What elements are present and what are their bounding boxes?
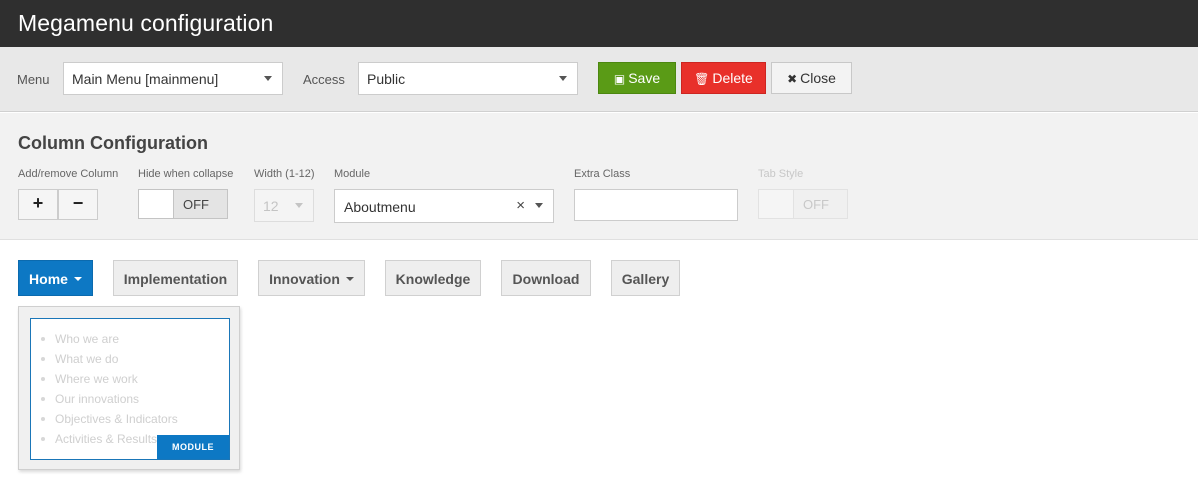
bullet-icon (41, 396, 45, 401)
list-item-label: What we do (55, 352, 119, 366)
list-item-label: Objectives & Indicators (55, 412, 178, 426)
nav-item-label: Innovation (269, 271, 340, 287)
nav-item-knowledge[interactable]: Knowledge (385, 260, 481, 296)
title-bar: Megamenu configuration (0, 0, 1198, 47)
list-item-label: Our innovations (55, 392, 140, 406)
nav-item-label: Home (29, 271, 68, 287)
extra-class-input[interactable] (574, 189, 738, 221)
access-select-value: Public (367, 71, 406, 87)
save-button[interactable]: ▣ Save (598, 62, 676, 94)
access-label: Access (303, 72, 345, 87)
page-title: Megamenu configuration (18, 10, 274, 36)
module-select-value: Aboutmenu (344, 199, 416, 215)
width-select: 12 (254, 189, 314, 222)
access-select[interactable]: Public (358, 62, 578, 95)
module-column[interactable]: Who we are What we do Where we work Our … (30, 318, 230, 460)
nav-item-gallery[interactable]: Gallery (611, 260, 680, 296)
nav-item-implementation[interactable]: Implementation (113, 260, 238, 296)
remove-column-button[interactable]: − (58, 189, 98, 220)
caret-down-icon (345, 277, 354, 282)
list-item-label: Who we are (55, 332, 120, 346)
toggle-knob (139, 190, 174, 218)
close-icon: ✖ (787, 72, 798, 86)
list-item: What we do (41, 351, 178, 371)
bullet-icon (41, 356, 45, 361)
list-item: Objectives & Indicators (41, 411, 178, 431)
list-item-label: Activities & Results (55, 432, 158, 446)
toggle-knob (759, 190, 794, 218)
add-remove-column-label: Add/remove Column (18, 168, 119, 180)
column-configuration-panel: Column Configuration Add/remove Column +… (0, 113, 1198, 240)
bullet-icon (41, 416, 45, 421)
hide-collapse-toggle[interactable]: OFF (138, 189, 228, 219)
chevron-down-icon (295, 203, 303, 208)
delete-button-label: Delete (712, 70, 753, 86)
extra-class-label: Extra Class (574, 168, 631, 180)
save-icon: ▣ (613, 72, 626, 86)
tab-style-label: Tab Style (758, 168, 804, 180)
menu-label: Menu (17, 72, 50, 87)
trash-icon: 🗑 (694, 72, 710, 86)
nav-item-label: Gallery (621, 271, 670, 287)
delete-button[interactable]: 🗑 Delete (681, 62, 766, 94)
toolbar: Menu Main Menu [mainmenu] Access Public … (0, 47, 1198, 112)
add-column-button[interactable]: + (18, 189, 58, 220)
menu-select-value: Main Menu [mainmenu] (72, 71, 219, 87)
bullet-icon (41, 436, 45, 441)
nav-item-download[interactable]: Download (501, 260, 591, 296)
nav-item-innovation[interactable]: Innovation (258, 260, 365, 296)
nav-item-label: Implementation (123, 271, 228, 287)
chevron-down-icon (264, 76, 272, 81)
close-button-label: Close (800, 70, 836, 86)
module-tag: MODULE (157, 435, 229, 459)
chevron-down-icon (535, 203, 543, 208)
save-button-label: Save (628, 70, 661, 86)
clear-icon[interactable]: × (516, 197, 525, 214)
column-config-title: Column Configuration (18, 133, 208, 153)
module-list: Who we are What we do Where we work Our … (41, 331, 178, 451)
megamenu-dropdown: Who we are What we do Where we work Our … (18, 306, 240, 470)
nav-item-label: Knowledge (395, 271, 471, 287)
nav-item-home[interactable]: Home (18, 260, 93, 296)
caret-down-icon (73, 277, 82, 282)
list-item-label: Where we work (55, 372, 138, 386)
list-item: Who we are (41, 331, 178, 351)
tab-style-state: OFF (803, 197, 829, 212)
tab-style-toggle: OFF (758, 189, 848, 219)
close-button[interactable]: ✖ Close (771, 62, 852, 94)
module-select[interactable]: Aboutmenu × (334, 189, 554, 223)
bullet-icon (41, 376, 45, 381)
list-item: Our innovations (41, 391, 178, 411)
chevron-down-icon (559, 76, 567, 81)
hide-collapse-state: OFF (183, 197, 209, 212)
width-select-value: 12 (263, 198, 279, 214)
module-label: Module (334, 168, 371, 180)
menu-select[interactable]: Main Menu [mainmenu] (63, 62, 283, 95)
bullet-icon (41, 336, 45, 341)
nav-item-label: Download (512, 271, 580, 287)
hide-collapse-label: Hide when collapse (138, 168, 234, 180)
width-label: Width (1-12) (254, 168, 315, 180)
list-item: Where we work (41, 371, 178, 391)
